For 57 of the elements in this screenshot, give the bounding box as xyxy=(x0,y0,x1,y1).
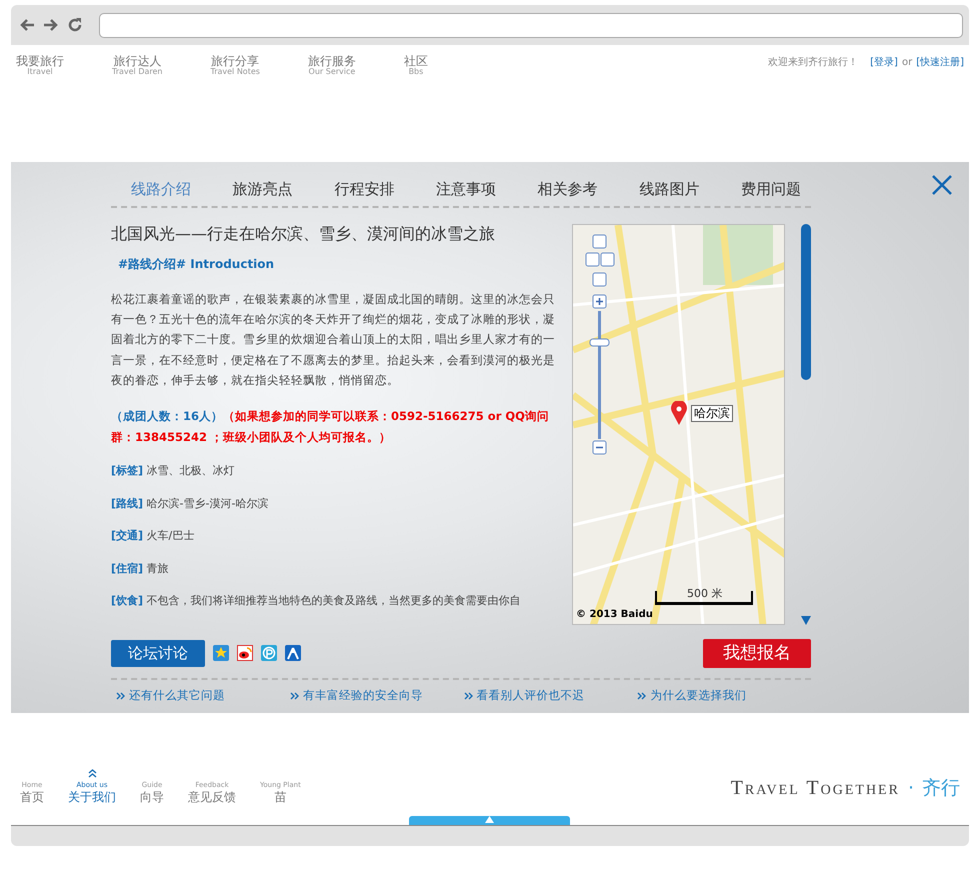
scale-label: 500 米 xyxy=(687,588,722,598)
map-copyright: © 2013 Baidu xyxy=(576,608,653,620)
nav-link[interactable]: 旅行分享 Travel Notes xyxy=(210,55,260,162)
person-icon[interactable] xyxy=(285,645,301,662)
nav-link[interactable]: 我要旅行 Itravel xyxy=(16,55,64,162)
map-marker-label: 哈尔滨 xyxy=(691,404,733,422)
intro-paragraph: 松花江裹着童谣的歌声，在银装素裹的冰雪里，凝固成北国的晴朗。这里的冰怎会只有一色？五光十色的流年在哈尔滨的冬天炸开了绚烂的烟花，变成了冰雕的形状，凝固着北方的零下二十度。雪乡里的炊烟迎合着山顶上的太阳，唱出乡里人家才有的一言一景，在不经意时，便定格在了不愿离去的梦里。抬起头来，会看到漠河的极光是夜的眷恋，伸手去够，就在指尖轻轻飘散，悄悄留恋。 xyxy=(111,290,556,390)
map-placeholder[interactable]: 哈尔滨 500 米 © 2013 Baidu xyxy=(572,224,785,624)
tab[interactable]: 线路介绍 xyxy=(131,176,191,202)
scrollbar-thumb[interactable] xyxy=(801,224,811,380)
tab[interactable]: 线路图片 xyxy=(639,176,700,202)
close-icon[interactable] xyxy=(931,174,953,196)
signup-notice: （成团人数：16人）（如果想参加的同学可以联系：0592-5166275 or QQ询问群：138455242 ；班级小团队及个人均可报名。） xyxy=(111,408,550,446)
section-heading: #路线介绍# Introduction xyxy=(118,256,276,273)
fact-line: [住宿] 青旅 xyxy=(111,560,170,577)
double-chevron-icon xyxy=(637,692,646,700)
tab[interactable]: 旅游亮点 xyxy=(232,176,293,202)
star-icon[interactable] xyxy=(213,645,229,662)
tab[interactable]: 行程安排 xyxy=(334,176,394,202)
question-link[interactable]: 有丰富经验的安全向导 xyxy=(302,687,423,704)
expand-tab[interactable] xyxy=(409,816,570,825)
welcome-text: 欢迎来到齐行旅行！ xyxy=(768,56,858,70)
fact-line: [路线] 哈尔滨-雪乡-漠河-哈尔滨 xyxy=(111,496,270,512)
logo-text: Travel Together xyxy=(730,776,900,801)
fact-line: [交通] 火车/巴士 xyxy=(111,528,196,544)
nav-link[interactable]: 社区 Bbs xyxy=(404,55,428,162)
scroll-down-icon[interactable] xyxy=(801,616,811,624)
fact-line: [标签] 冰雪、北极、冰灯 xyxy=(111,463,236,480)
fact-line: [饮食] 不包含，我们将详细推荐当地特色的美食及路线，当然更多的美食需要由你自 xyxy=(111,593,522,610)
circle-icon[interactable] xyxy=(261,645,277,662)
eye-icon[interactable] xyxy=(237,645,253,662)
tab[interactable]: 注意事项 xyxy=(436,176,496,202)
reload-icon[interactable] xyxy=(67,17,83,33)
forward-arrow-icon[interactable] xyxy=(43,18,59,32)
nav-link[interactable]: 旅行服务 Our Service xyxy=(308,55,356,162)
question-link[interactable]: 为什么要选择我们 xyxy=(650,687,746,704)
tab[interactable]: 相关参考 xyxy=(538,176,598,202)
map-pin-icon xyxy=(671,400,687,424)
signup-button[interactable]: 我想报名 xyxy=(703,638,811,668)
double-chevron-icon xyxy=(116,692,125,700)
forum-button[interactable]: 论坛讨论 xyxy=(111,640,205,666)
question-link[interactable]: 还有什么其它问题 xyxy=(129,687,225,704)
or-text: or xyxy=(902,56,912,70)
back-arrow-icon[interactable] xyxy=(19,18,35,32)
nav-link[interactable]: 旅行达人 Travel Daren xyxy=(112,55,162,162)
double-chevron-icon xyxy=(290,692,299,700)
address-field[interactable] xyxy=(99,12,963,38)
logo-dot: · xyxy=(908,776,914,801)
question-link[interactable]: 看看别人评价也不迟 xyxy=(476,687,584,704)
logo-text: 齐行 xyxy=(922,776,960,801)
login-link[interactable]: [登录] xyxy=(870,55,898,70)
register-link[interactable]: [快速注册] xyxy=(916,55,964,70)
double-chevron-icon xyxy=(464,692,472,700)
tab[interactable]: 费用问题 xyxy=(740,176,801,202)
up-arrow-icon xyxy=(485,816,494,823)
article-title: 北国风光——行走在哈尔滨、雪乡、漠河间的冰雪之旅 xyxy=(111,224,496,243)
double-up-chevron-icon xyxy=(88,769,96,778)
